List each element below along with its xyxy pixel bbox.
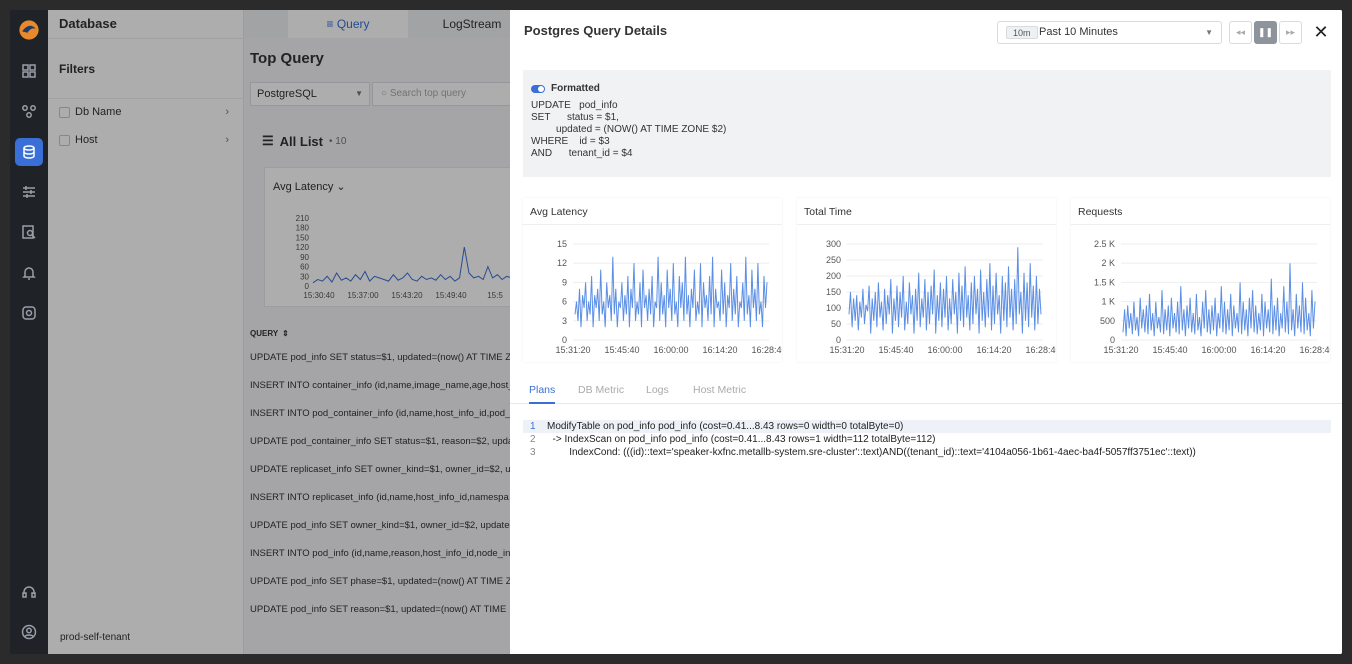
toggle-switch[interactable] [531, 84, 545, 93]
sliders-icon[interactable] [15, 178, 43, 206]
tab-db-metric[interactable]: DB Metric [578, 382, 624, 404]
x-tick-label: 16:00:00 [927, 345, 962, 355]
x-tick-label: 16:28:40 [1299, 345, 1330, 355]
dashboard-icon[interactable] [15, 57, 43, 85]
tab-host-metric[interactable]: Host Metric [693, 382, 746, 404]
query-details-panel: Postgres Query Details 10m Past 10 Minut… [510, 10, 1342, 654]
x-tick-label: 15:45:40 [878, 345, 913, 355]
series-line [574, 256, 768, 328]
card-title: Total Time [804, 206, 852, 218]
total-time-card: Total Time 300 250 200 150 100 50 0 15:31:20 15:… [797, 198, 1056, 362]
forward-button[interactable]: ▸▸ [1279, 21, 1302, 44]
divider [797, 224, 1056, 225]
pause-button[interactable]: ❚❚ [1254, 21, 1277, 44]
app-window: Database Filters Db Name › Host › prod-s… [10, 10, 1342, 654]
database-icon[interactable] [15, 138, 43, 166]
logo-icon[interactable] [15, 16, 43, 44]
rewind-button[interactable]: ◂◂ [1229, 21, 1252, 44]
time-label: Past 10 Minutes [1039, 26, 1118, 38]
plan-text: ModifyTable on pod_info pod_info (cost=0… [547, 421, 904, 432]
time-badge: 10m [1006, 26, 1038, 39]
toggle-label: Formatted [551, 83, 600, 94]
plan-text: -> IndexScan on pod_info pod_info (cost=… [547, 434, 936, 445]
plan-line: 3 IndexCond: (((id)::text='speaker-kxfnc… [523, 446, 1331, 459]
card-title: Requests [1078, 206, 1123, 218]
series-line [1122, 263, 1316, 337]
line-number: 3 [530, 447, 536, 458]
plans-code: 1 ModifyTable on pod_info pod_info (cost=… [523, 420, 1331, 459]
y-tick-label: 9 [562, 277, 567, 287]
avg-latency-card: Avg Latency 15 12 9 6 3 0 15:31:20 15:45:40 16:0… [523, 198, 782, 362]
divider [523, 224, 782, 225]
headset-icon[interactable] [15, 578, 43, 606]
modal-overlay[interactable] [48, 10, 548, 654]
divider [1071, 224, 1330, 225]
close-button[interactable]: ✕ [1310, 21, 1332, 43]
topology-icon[interactable] [15, 97, 43, 125]
formatted-toggle[interactable]: Formatted [531, 83, 600, 94]
detail-tabs: Plans DB Metric Logs Host Metric [510, 382, 1342, 404]
y-tick-label: 15 [557, 239, 567, 249]
y-tick-label: 6 [562, 297, 567, 307]
y-tick-label: 500 [1100, 316, 1115, 326]
y-tick-label: 2 K [1101, 258, 1115, 268]
tab-plans[interactable]: Plans [529, 382, 556, 404]
line-number: 2 [530, 434, 536, 445]
plan-line: 2 -> IndexScan on pod_info pod_info (cos… [523, 433, 1331, 446]
avg-latency-chart: 15 12 9 6 3 015:31:20 15:45:40 16:00:00 16:14:20… [555, 239, 782, 355]
x-tick-label: 16:14:20 [976, 345, 1011, 355]
sql-box: Formatted UPDATE pod_info SET status = $… [523, 70, 1331, 177]
plan-line: 1 ModifyTable on pod_info pod_info (cost=… [523, 420, 1331, 433]
caret-down-icon: ▼ [1205, 28, 1213, 37]
x-tick-label: 15:31:20 [555, 345, 590, 355]
x-tick-label: 16:14:20 [702, 345, 737, 355]
y-tick-label: 250 [826, 255, 841, 265]
x-tick-label: 15:45:40 [1152, 345, 1187, 355]
card-title: Avg Latency [530, 206, 588, 218]
x-tick-label: 16:28:40 [1025, 345, 1056, 355]
y-tick-label: 12 [557, 258, 567, 268]
requests-chart: 2.5 K 2 K 1.5 K 1 K 500 015:31:20 15:45:40 16:0… [1094, 239, 1330, 355]
x-tick-label: 15:31:20 [829, 345, 864, 355]
settings-icon[interactable] [15, 299, 43, 327]
x-tick-label: 16:28:40 [751, 345, 782, 355]
y-tick-label: 0 [562, 335, 567, 345]
y-tick-label: 200 [826, 271, 841, 281]
y-tick-label: 0 [836, 335, 841, 345]
total-time-chart: 300 250 200 150 100 50 015:31:20 15:45:40 16:00:… [826, 239, 1056, 355]
y-tick-label: 1 K [1101, 297, 1115, 307]
x-tick-label: 16:14:20 [1250, 345, 1285, 355]
time-range-select[interactable]: 10m Past 10 Minutes ▼ [997, 21, 1222, 44]
search-doc-icon[interactable] [15, 218, 43, 246]
line-number: 1 [530, 421, 536, 432]
y-tick-label: 1.5 K [1094, 277, 1115, 287]
requests-card: Requests 2.5 K 2 K 1.5 K 1 K 500 0 15:31:20 15:… [1071, 198, 1330, 362]
y-tick-label: 2.5 K [1094, 239, 1115, 249]
user-icon[interactable] [15, 618, 43, 646]
y-tick-label: 100 [826, 303, 841, 313]
tab-logs[interactable]: Logs [646, 382, 669, 404]
x-tick-label: 16:00:00 [1201, 345, 1236, 355]
panel-title: Postgres Query Details [524, 23, 668, 38]
plan-text: IndexCond: (((id)::text='speaker-kxfnc.m… [547, 447, 1196, 458]
y-tick-label: 150 [826, 287, 841, 297]
bell-icon[interactable] [15, 259, 43, 287]
y-tick-label: 300 [826, 239, 841, 249]
x-tick-label: 16:00:00 [653, 345, 688, 355]
y-tick-label: 50 [831, 319, 841, 329]
sql-code: UPDATE pod_info SET status = $1, updated… [531, 100, 727, 159]
y-tick-label: 3 [562, 316, 567, 326]
x-tick-label: 15:31:20 [1103, 345, 1138, 355]
nav-rail [10, 10, 48, 654]
x-tick-label: 15:45:40 [604, 345, 639, 355]
y-tick-label: 0 [1110, 335, 1115, 345]
